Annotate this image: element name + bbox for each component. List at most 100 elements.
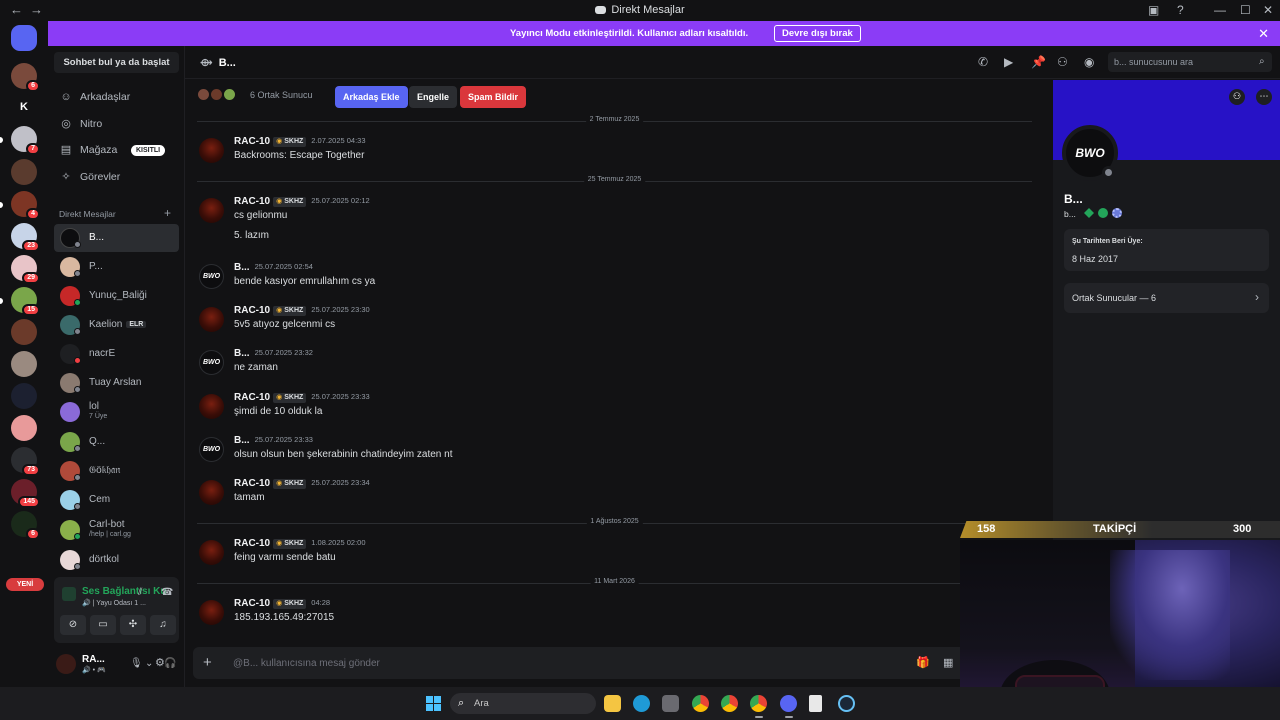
message-author[interactable]: RAC-10 <box>234 136 270 147</box>
dm-item[interactable]: 𝔊ö𝔨𝔥𝔞𝔫 <box>54 457 179 485</box>
dm-item[interactable]: Q... <box>54 428 179 456</box>
chrome-icon[interactable] <box>750 695 767 712</box>
dm-item[interactable]: Cem <box>54 486 179 514</box>
edge-icon[interactable] <box>633 695 650 712</box>
more-options-icon[interactable]: ⋯ <box>1256 89 1272 105</box>
server-icon[interactable]: 15 <box>11 287 40 316</box>
dm-item[interactable]: lol 7 Üye <box>54 398 179 426</box>
message-author[interactable]: RAC-10 <box>234 598 270 609</box>
server-icon[interactable]: 145 <box>11 479 40 508</box>
gift-icon[interactable]: 🎁 <box>916 656 930 669</box>
home-button[interactable] <box>11 25 37 51</box>
add-friend-icon[interactable]: ⚇ <box>1229 89 1245 105</box>
video-call-icon[interactable]: ▶ <box>1004 55 1013 69</box>
store-icon[interactable] <box>662 695 679 712</box>
noise-suppression-icon[interactable]: ⫽ <box>138 587 142 598</box>
nav-friends[interactable]: ☺ Arkadaşlar <box>60 86 182 108</box>
message-avatar[interactable]: BWO <box>199 437 224 462</box>
chrome-icon[interactable] <box>692 695 709 712</box>
close-window-button[interactable]: ✕ <box>1263 3 1273 17</box>
server-icon[interactable] <box>11 351 37 377</box>
server-icon[interactable]: 6 <box>11 511 40 540</box>
banner-close-icon[interactable]: ✕ <box>1258 26 1269 42</box>
voice-call-icon[interactable]: ✆ <box>978 55 988 69</box>
screen-share-button[interactable]: ▭ <box>90 615 116 635</box>
voice-channel[interactable]: 🔊 | Yayu Odası 1 ... <box>82 599 146 607</box>
chevron-down-icon[interactable]: ⌄ <box>145 658 153 669</box>
discord-icon[interactable] <box>780 695 797 712</box>
user-avatar[interactable] <box>56 654 76 674</box>
help-icon[interactable]: ? <box>1177 3 1184 17</box>
message-avatar[interactable] <box>199 540 224 565</box>
active-developer-badge-icon[interactable] <box>1098 208 1108 218</box>
create-dm-icon[interactable]: + <box>164 206 171 220</box>
headset-icon[interactable]: 🎧 <box>164 658 176 669</box>
server-icon[interactable]: 73 <box>11 447 40 476</box>
message-author[interactable]: RAC-10 <box>234 196 270 207</box>
taskbar-search[interactable]: Ara <box>450 693 596 714</box>
mutual-servers-count[interactable]: 6 Ortak Sunucu <box>250 90 313 100</box>
find-conversation-button[interactable]: Sohbet bul ya da başlat <box>54 52 179 73</box>
server-icon[interactable]: 7 <box>11 126 40 155</box>
server-icon[interactable] <box>11 159 37 185</box>
nav-shop[interactable]: ▤ Mağaza KISITLI <box>60 139 182 161</box>
soundboard-button[interactable]: ♫ <box>150 615 176 635</box>
message-avatar[interactable] <box>199 138 224 163</box>
server-icon[interactable] <box>11 319 37 345</box>
server-icon[interactable] <box>11 383 37 409</box>
settings-gear-icon[interactable]: ⚙ <box>155 656 165 669</box>
server-icon[interactable]: 6 <box>11 63 40 92</box>
dm-item[interactable]: B... <box>54 224 179 252</box>
minimize-button[interactable]: — <box>1214 3 1226 17</box>
notepad-icon[interactable] <box>809 695 822 712</box>
message-avatar[interactable] <box>199 480 224 505</box>
dm-item[interactable]: Tuay Arslan <box>54 369 179 397</box>
inbox-icon[interactable]: ▣ <box>1148 3 1159 17</box>
disable-streamer-mode-button[interactable]: Devre dışı bırak <box>774 25 861 42</box>
server-icon[interactable] <box>11 415 37 441</box>
user-profile-icon[interactable]: ◉ <box>1084 55 1094 69</box>
activities-button[interactable]: ✣ <box>120 615 146 635</box>
message-avatar[interactable] <box>199 394 224 419</box>
chrome-icon[interactable] <box>721 695 738 712</box>
dm-item[interactable]: Carl-bot /help | carl.gg <box>54 516 179 544</box>
dm-item[interactable]: nacrE <box>54 340 179 368</box>
message-author[interactable]: RAC-10 <box>234 478 270 489</box>
message-author[interactable]: B... <box>234 262 250 273</box>
voice-status[interactable]: Ses Bağlantısı Ku <box>82 586 166 597</box>
message-author[interactable]: RAC-10 <box>234 392 270 403</box>
nav-quests[interactable]: ✧ Görevler <box>60 166 182 188</box>
message-author[interactable]: B... <box>234 348 250 359</box>
report-spam-button[interactable]: Spam Bildir <box>460 86 527 108</box>
mutual-servers-card[interactable]: Ortak Sunucular — 6 › <box>1064 283 1269 313</box>
server-icon[interactable]: 29 <box>11 255 40 284</box>
dm-item[interactable]: dörtkol <box>54 546 179 574</box>
nitro-badge-icon[interactable] <box>1084 208 1094 218</box>
server-icon[interactable]: 23 <box>11 223 40 252</box>
search-input[interactable] <box>1108 52 1272 72</box>
nav-nitro[interactable]: ◎ Nitro <box>60 113 182 135</box>
hypesquad-badge-icon[interactable] <box>1112 208 1122 218</box>
file-explorer-icon[interactable] <box>604 695 621 712</box>
attach-plus-icon[interactable]: + <box>203 654 212 671</box>
add-friends-to-dm-icon[interactable]: ⚇ <box>1057 55 1068 69</box>
disconnect-icon[interactable]: ☎ <box>161 587 173 598</box>
microphone-icon[interactable]: 🎙 <box>130 658 143 669</box>
message-avatar[interactable] <box>199 600 224 625</box>
server-icon[interactable]: 4 <box>11 191 40 220</box>
maximize-button[interactable]: ☐ <box>1240 3 1251 17</box>
dm-item[interactable]: P... <box>54 253 179 281</box>
message-input[interactable] <box>233 652 913 674</box>
steam-icon[interactable] <box>838 695 855 712</box>
message-author[interactable]: RAC-10 <box>234 305 270 316</box>
message-avatar[interactable]: BWO <box>199 350 224 375</box>
message-avatar[interactable] <box>199 198 224 223</box>
pin-icon[interactable]: 📌 <box>1031 55 1046 69</box>
windows-start-icon[interactable] <box>426 696 441 711</box>
message-avatar[interactable]: BWO <box>199 264 224 289</box>
block-button[interactable]: Engelle <box>409 86 458 108</box>
dm-item[interactable]: Yunuç_Baliği <box>54 282 179 310</box>
message-avatar[interactable] <box>199 307 224 332</box>
gif-icon[interactable]: ▦ <box>943 656 953 669</box>
dm-item[interactable]: Kaelion ELR <box>54 311 179 339</box>
